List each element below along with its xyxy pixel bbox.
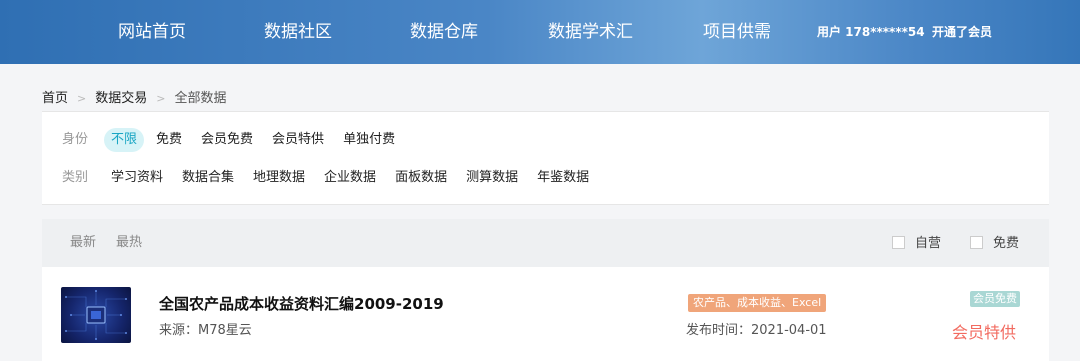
category-option-geo[interactable]: 地理数据 xyxy=(246,166,312,190)
identity-option-member-free[interactable]: 会员免费 xyxy=(194,128,260,152)
self-operated-label: 自营 xyxy=(915,236,942,251)
dataset-publish-date: 发布时间：2021-04-01 xyxy=(686,323,827,338)
identity-option-unlimited[interactable]: 不限 xyxy=(104,128,145,152)
nav-home[interactable]: 网站首页 xyxy=(118,0,186,64)
identity-option-free[interactable]: 免费 xyxy=(149,128,189,152)
breadcrumb-separator-icon: > xyxy=(156,92,166,105)
sort-newest[interactable]: 最新 xyxy=(70,219,96,267)
top-navigation-bar: 网站首页 数据社区 数据仓库 数据学术汇 项目供需 用户 178******54… xyxy=(0,0,1080,64)
dataset-title[interactable]: 全国农产品成本收益资料汇编2009-2019 xyxy=(159,293,444,314)
identity-option-member-exclusive[interactable]: 会员特供 xyxy=(265,128,331,152)
category-option-collection[interactable]: 数据合集 xyxy=(175,166,241,190)
breadcrumb-separator-icon: > xyxy=(77,92,87,105)
breadcrumb: 首页 > 数据交易 > 全部数据 xyxy=(42,87,226,106)
dataset-thumbnail[interactable] xyxy=(61,287,131,343)
nav-project-supply[interactable]: 项目供需 xyxy=(703,0,771,64)
filter-panel: 身份 不限 免费 会员免费 会员特供 单独付费 类别 学习资料 数据合集 地理数据 企业数据 面板数… xyxy=(42,112,1049,204)
checkbox-icon[interactable] xyxy=(892,236,905,249)
dataset-source: 来源：M78星云 xyxy=(159,323,252,338)
nav-data-academic[interactable]: 数据学术汇 xyxy=(548,0,633,64)
category-filter-row: 类别 学习资料 数据合集 地理数据 企业数据 面板数据 测算数据 年鉴数据 xyxy=(62,166,601,190)
category-option-enterprise[interactable]: 企业数据 xyxy=(317,166,383,190)
category-option-panel[interactable]: 面板数据 xyxy=(388,166,454,190)
breadcrumb-home[interactable]: 首页 xyxy=(42,91,68,106)
breadcrumb-current: 全部数据 xyxy=(174,91,227,106)
sort-bar: 最新 最热 自营 免费 xyxy=(42,219,1049,267)
circuit-chip-icon xyxy=(65,290,127,340)
filter-panel-divider xyxy=(42,204,1049,205)
dataset-tags: 农产品、成本收益、Excel xyxy=(688,294,827,312)
self-operated-checkbox[interactable]: 自营 xyxy=(892,236,942,251)
member-exclusive-label[interactable]: 会员特供 xyxy=(952,319,1016,343)
checkbox-icon[interactable] xyxy=(970,236,983,249)
nav-data-warehouse[interactable]: 数据仓库 xyxy=(410,0,478,64)
identity-option-paid[interactable]: 单独付费 xyxy=(336,128,402,152)
category-filter-label: 类别 xyxy=(62,170,89,185)
user-account-label[interactable]: 用户 178******54 xyxy=(817,0,925,64)
membership-link[interactable]: 开通了会员 xyxy=(932,0,992,64)
free-checkbox[interactable]: 免费 xyxy=(970,236,1020,251)
breadcrumb-data-trading[interactable]: 数据交易 xyxy=(95,91,147,106)
identity-filter-row: 身份 不限 免费 会员免费 会员特供 单独付费 xyxy=(62,128,407,152)
sort-hottest[interactable]: 最热 xyxy=(116,219,142,267)
list-item[interactable]: 全国农产品成本收益资料汇编2009-2019 来源：M78星云 农产品、成本收益… xyxy=(42,267,1049,361)
free-label: 免费 xyxy=(993,236,1020,251)
category-option-yearbook[interactable]: 年鉴数据 xyxy=(530,166,596,190)
nav-data-community[interactable]: 数据社区 xyxy=(264,0,332,64)
member-free-badge: 会员免费 xyxy=(970,291,1020,307)
category-option-estimate[interactable]: 测算数据 xyxy=(459,166,525,190)
category-option-study[interactable]: 学习资料 xyxy=(104,166,170,190)
identity-filter-label: 身份 xyxy=(62,132,89,147)
